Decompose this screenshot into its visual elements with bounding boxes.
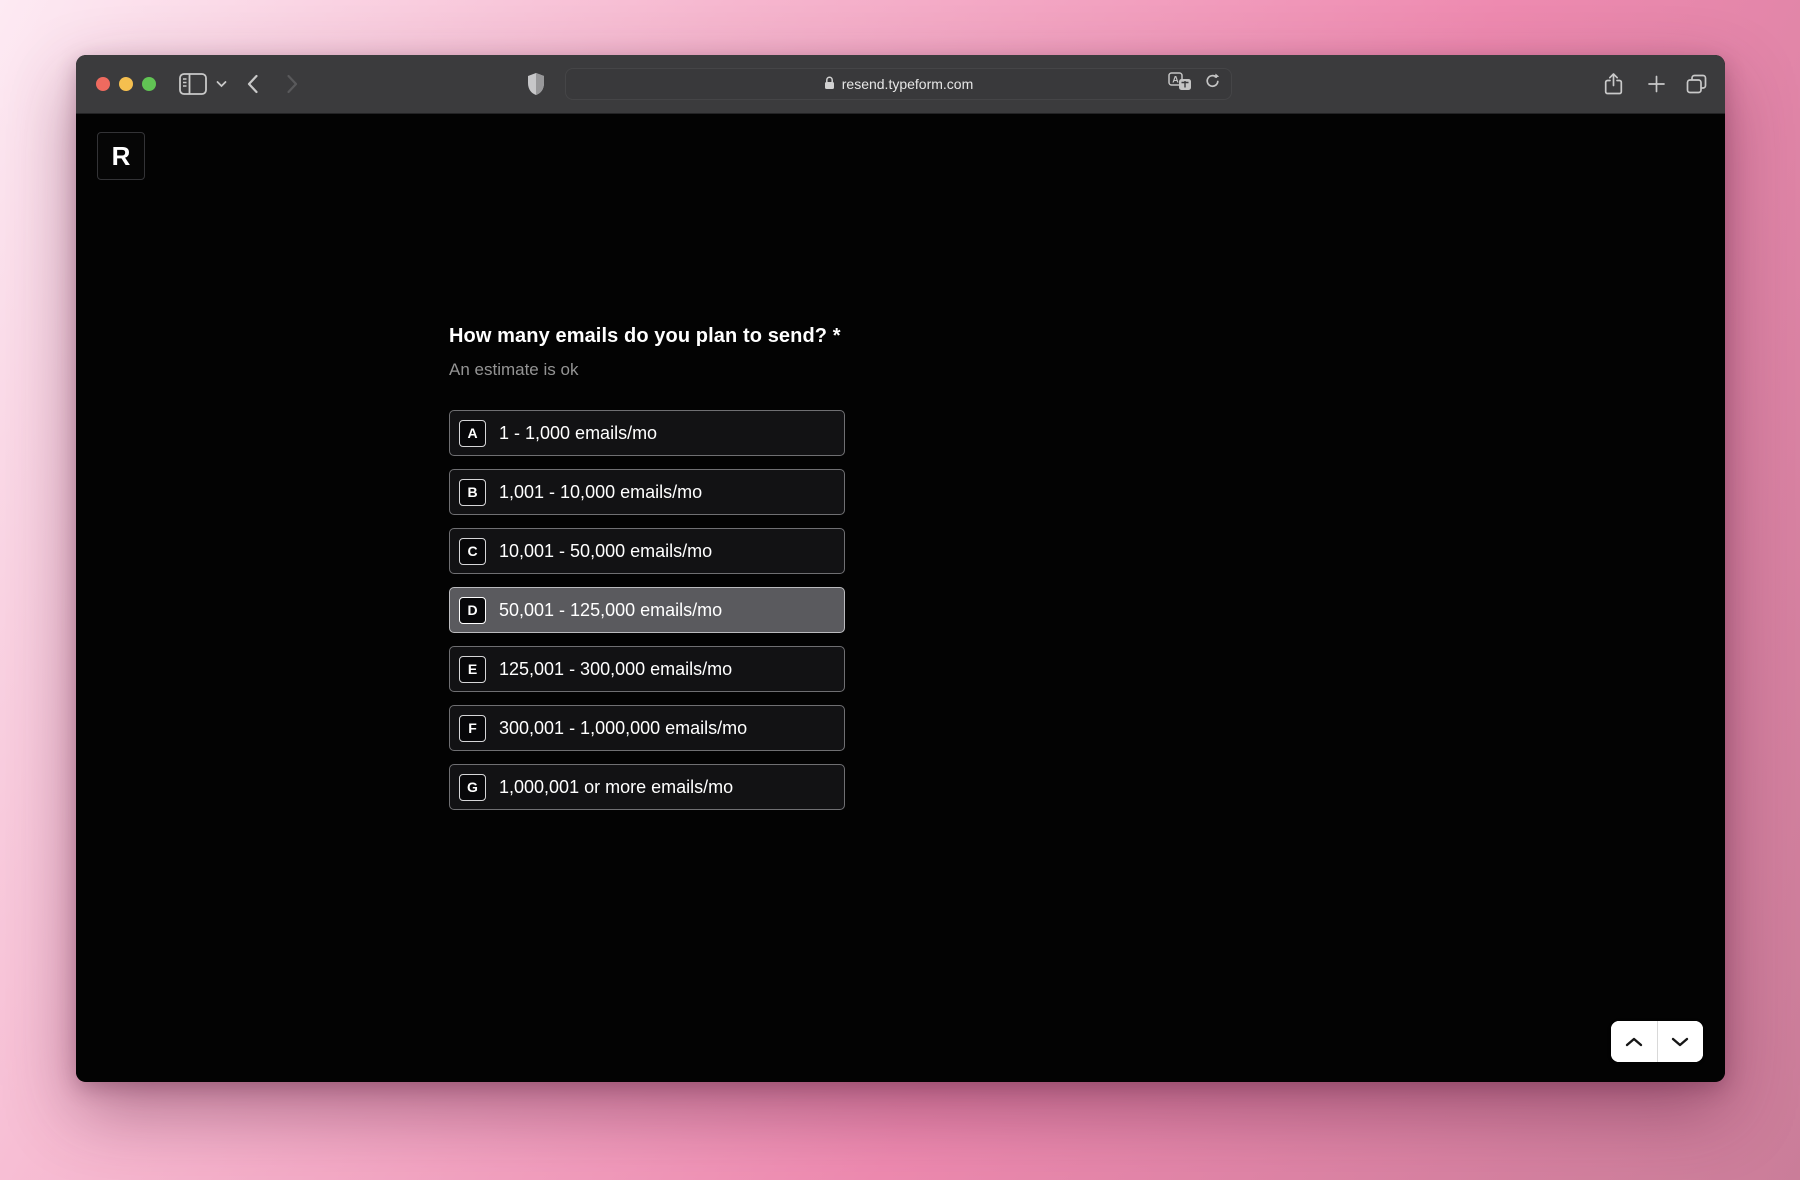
answer-option[interactable]: D 50,001 - 125,000 emails/mo xyxy=(449,587,845,633)
translate-icon[interactable]: A xyxy=(1168,72,1192,96)
share-icon[interactable] xyxy=(1604,73,1623,96)
window-controls xyxy=(96,77,156,91)
answer-option[interactable]: F 300,001 - 1,000,000 emails/mo xyxy=(449,705,845,751)
question-block: How many emails do you plan to send? * A… xyxy=(449,322,909,823)
reload-icon[interactable] xyxy=(1204,73,1221,95)
answer-key-badge: F xyxy=(459,715,486,742)
resend-logo[interactable]: R xyxy=(97,132,145,180)
answer-label: 125,001 - 300,000 emails/mo xyxy=(499,659,732,680)
webpage-content: R How many emails do you plan to send? *… xyxy=(76,114,1725,1081)
browser-toolbar: resend.typeform.com A xyxy=(76,55,1725,114)
address-bar-url: resend.typeform.com xyxy=(842,76,974,92)
form-navigation xyxy=(1611,1021,1703,1062)
answer-label: 300,001 - 1,000,000 emails/mo xyxy=(499,718,747,739)
answer-key-badge: E xyxy=(459,656,486,683)
answer-label: 1,000,001 or more emails/mo xyxy=(499,777,733,798)
options-list: A 1 - 1,000 emails/mo B 1,001 - 10,000 e… xyxy=(449,410,909,810)
answer-option[interactable]: A 1 - 1,000 emails/mo xyxy=(449,410,845,456)
new-tab-plus-icon[interactable] xyxy=(1648,76,1665,93)
answer-key-badge: C xyxy=(459,538,486,565)
tab-overview-icon[interactable] xyxy=(1686,75,1707,94)
answer-label: 10,001 - 50,000 emails/mo xyxy=(499,541,712,562)
answer-label: 50,001 - 125,000 emails/mo xyxy=(499,600,722,621)
address-bar[interactable]: resend.typeform.com A xyxy=(565,68,1232,100)
svg-text:A: A xyxy=(1172,75,1179,85)
privacy-shield-icon[interactable] xyxy=(526,72,546,96)
question-title: How many emails do you plan to send? * xyxy=(449,322,909,350)
previous-question-button[interactable] xyxy=(1611,1021,1658,1062)
answer-label: 1 - 1,000 emails/mo xyxy=(499,423,657,444)
answer-option[interactable]: G 1,000,001 or more emails/mo xyxy=(449,764,845,810)
answer-option[interactable]: E 125,001 - 300,000 emails/mo xyxy=(449,646,845,692)
address-bar-domain-wrap: resend.typeform.com xyxy=(824,76,974,93)
answer-option[interactable]: C 10,001 - 50,000 emails/mo xyxy=(449,528,845,574)
chevron-down-icon xyxy=(1671,1037,1689,1047)
next-question-button[interactable] xyxy=(1658,1021,1704,1062)
answer-key-badge: D xyxy=(459,597,486,624)
zoom-window-button[interactable] xyxy=(142,77,156,91)
answer-key-badge: A xyxy=(459,420,486,447)
lock-icon xyxy=(824,76,835,93)
minimize-window-button[interactable] xyxy=(119,77,133,91)
sidebar-toggle-icon[interactable] xyxy=(179,73,207,95)
address-bar-actions: A xyxy=(1168,69,1221,99)
back-button[interactable] xyxy=(246,74,259,94)
question-subtitle: An estimate is ok xyxy=(449,359,909,381)
answer-option[interactable]: B 1,001 - 10,000 emails/mo xyxy=(449,469,845,515)
forward-button[interactable] xyxy=(286,74,299,94)
close-window-button[interactable] xyxy=(96,77,110,91)
browser-window: resend.typeform.com A xyxy=(76,55,1725,1082)
answer-key-badge: B xyxy=(459,479,486,506)
answer-key-badge: G xyxy=(459,774,486,801)
sidebar-menu-chevron-down-icon[interactable] xyxy=(216,81,227,88)
chevron-up-icon xyxy=(1625,1037,1643,1047)
answer-label: 1,001 - 10,000 emails/mo xyxy=(499,482,702,503)
